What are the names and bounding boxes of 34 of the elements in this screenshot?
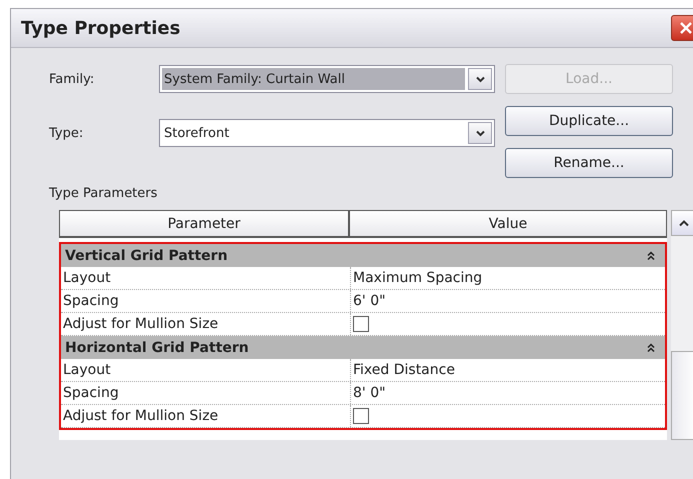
scrollbar-thumb[interactable] bbox=[671, 351, 693, 440]
column-header[interactable]: Value bbox=[349, 210, 667, 238]
column-header[interactable]: Parameter bbox=[59, 210, 349, 238]
collapse-icon bbox=[647, 342, 655, 352]
chevron-down-icon bbox=[476, 130, 484, 136]
window-title: Type Properties bbox=[20, 18, 180, 38]
group-header[interactable]: Vertical Grid Pattern bbox=[61, 244, 665, 267]
table-cell: 8' 0" bbox=[353, 385, 386, 401]
field-label: Family: bbox=[49, 72, 96, 86]
table-cell: Layout bbox=[61, 267, 351, 289]
collapse-icon bbox=[647, 250, 655, 260]
section-label: Type Parameters bbox=[49, 186, 158, 203]
field-label: Type: bbox=[49, 126, 84, 140]
table-cell: 6' 0" bbox=[353, 293, 386, 309]
dialog-button[interactable]: Duplicate... bbox=[505, 106, 673, 136]
checkbox[interactable] bbox=[353, 408, 369, 424]
chevron-up-icon bbox=[679, 220, 689, 226]
table-cell: Spacing bbox=[61, 382, 351, 404]
table-cell: Layout bbox=[61, 359, 351, 381]
close-icon bbox=[679, 21, 693, 35]
dialog-button[interactable]: Rename... bbox=[505, 148, 673, 178]
chevron-down-icon bbox=[476, 76, 484, 82]
table-cell: Spacing bbox=[61, 290, 351, 312]
dropdown-button[interactable] bbox=[468, 122, 492, 144]
close-button[interactable] bbox=[671, 15, 693, 41]
dropdown-field[interactable]: Storefront bbox=[159, 119, 495, 147]
group-header[interactable]: Horizontal Grid Pattern bbox=[61, 336, 665, 359]
scrollbar[interactable] bbox=[671, 210, 693, 440]
table-cell: Adjust for Mullion Size bbox=[61, 313, 351, 335]
table-cell: Maximum Spacing bbox=[353, 270, 482, 286]
table-cell: Adjust for Mullion Size bbox=[61, 405, 351, 427]
table-cell: Fixed Distance bbox=[353, 362, 455, 378]
checkbox[interactable] bbox=[353, 316, 369, 332]
scroll-up-button[interactable] bbox=[671, 210, 693, 236]
